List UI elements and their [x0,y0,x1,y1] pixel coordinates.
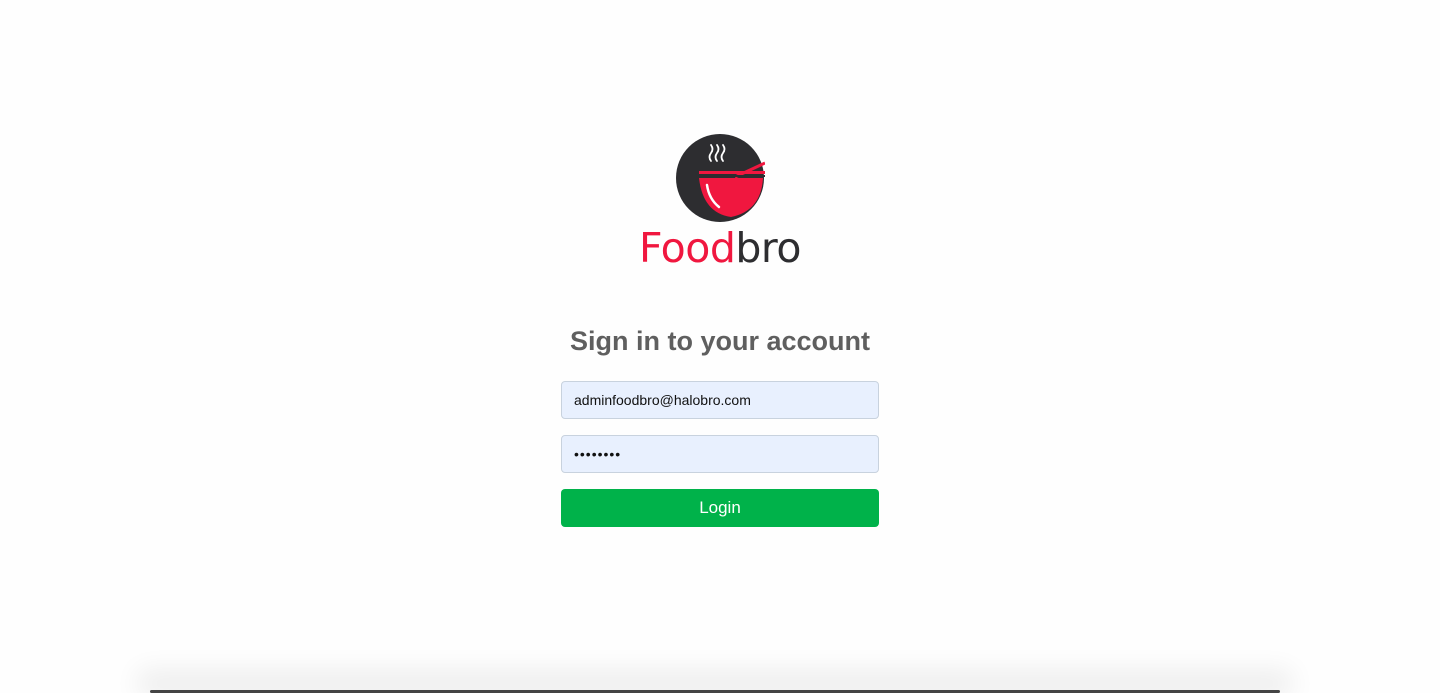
login-button[interactable]: Login [561,489,879,527]
login-page: Foodbro Sign in to your account Login [0,0,1440,693]
email-field[interactable] [561,381,879,419]
page-title: Sign in to your account [569,326,870,356]
brand-name-part1: Food [639,224,736,272]
brand-name-part2: bro [735,224,801,272]
steaming-bowl-icon [676,134,765,222]
brand-logo: Foodbro [630,133,810,271]
password-field[interactable] [561,435,879,473]
brand-wordmark: Foodbro [630,225,810,271]
